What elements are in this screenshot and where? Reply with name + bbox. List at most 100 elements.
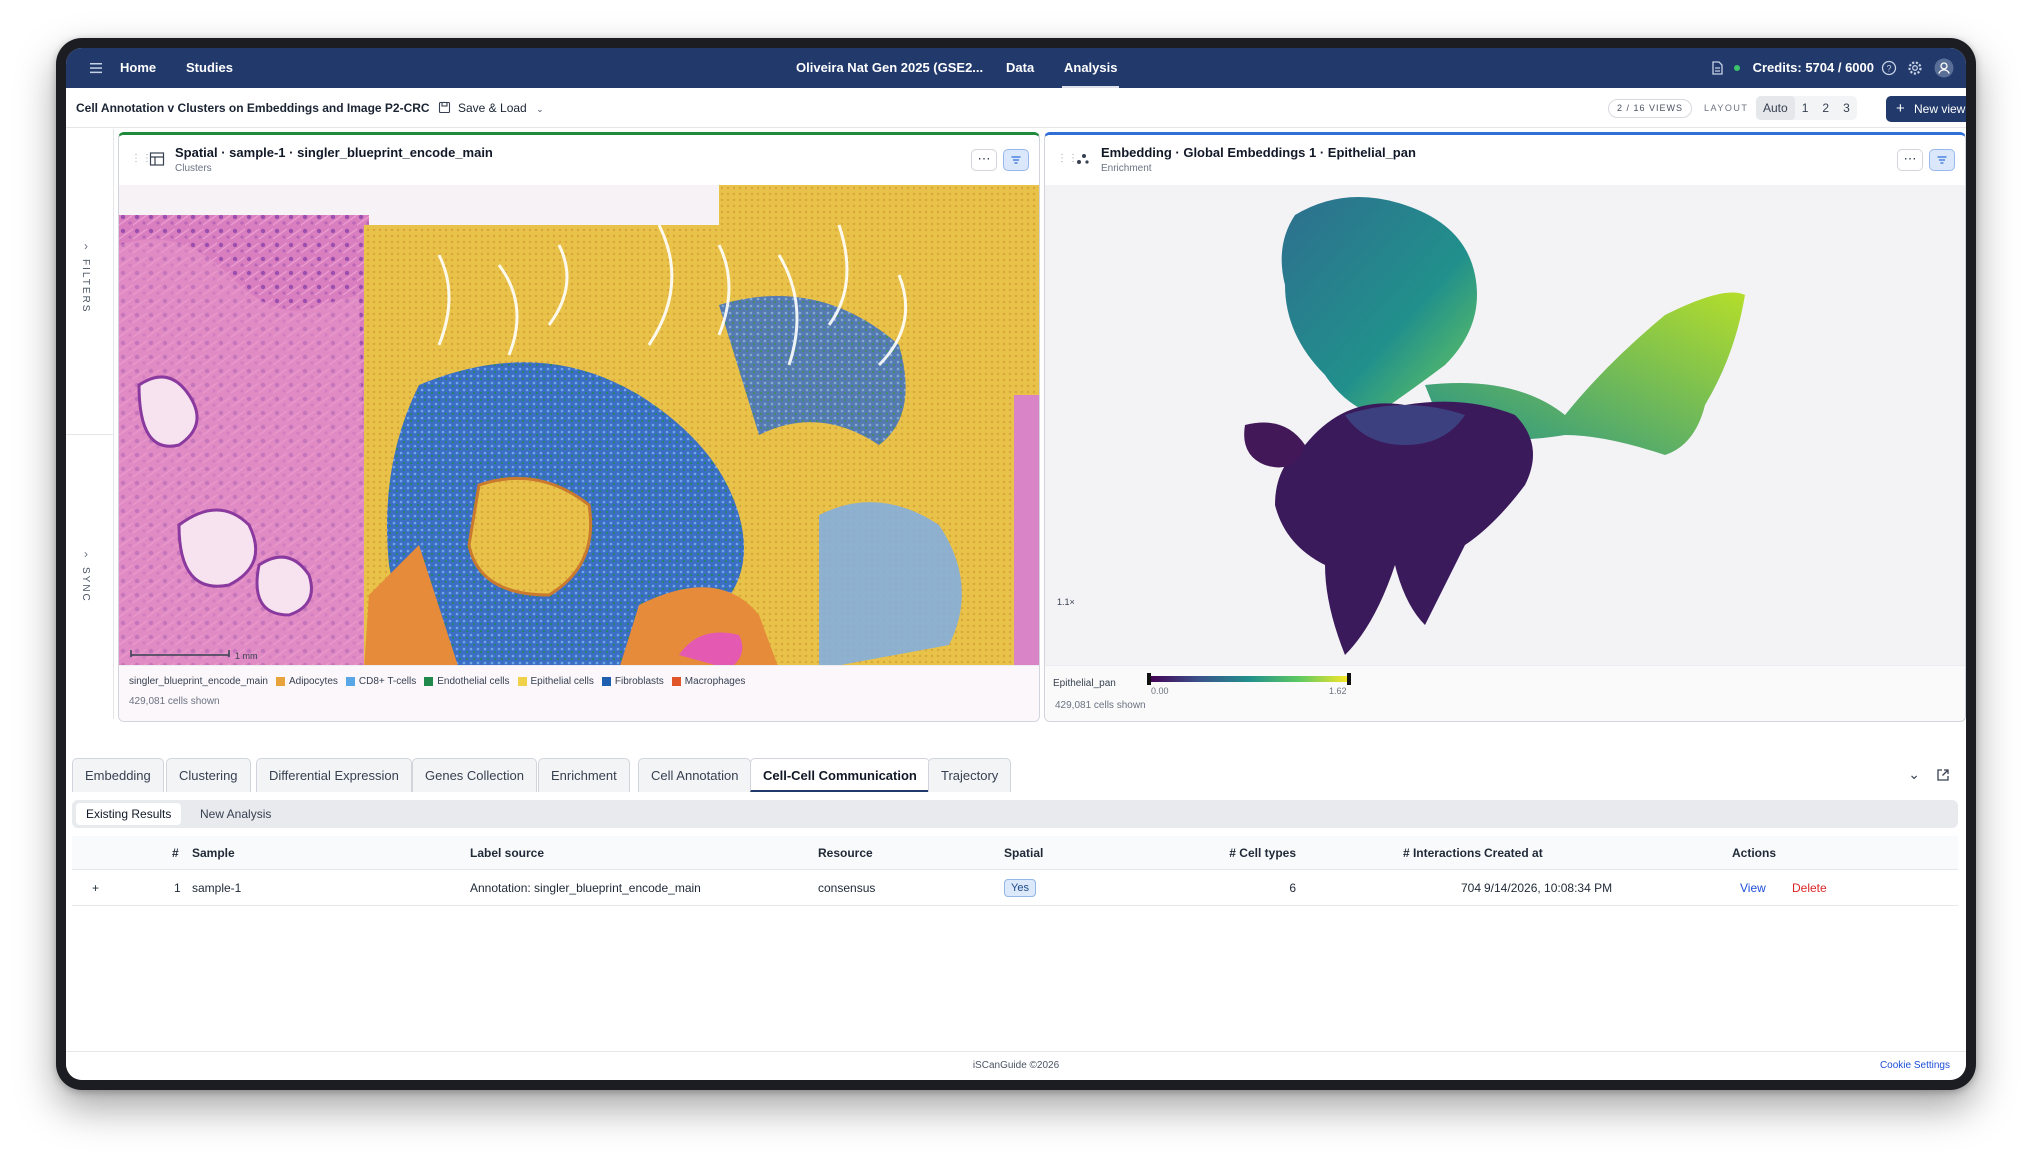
panel-header: ⋮⋮ Embedding · Global Embeddings 1 · Epi… — [1045, 135, 1965, 185]
legend-item[interactable]: Endothelial cells — [424, 676, 510, 687]
chevron-right-icon[interactable]: › — [84, 239, 88, 253]
cells-shown-count: 429,081 cells shown — [129, 696, 220, 707]
layout-option-1[interactable]: 1 — [1795, 96, 1816, 120]
rail-divider — [66, 434, 114, 435]
legend-title: singler_blueprint_encode_main — [129, 676, 268, 687]
document-icon[interactable] — [1708, 59, 1726, 77]
study-title[interactable]: Oliveira Nat Gen 2025 (GSE2... — [796, 48, 983, 88]
colorbar-max: 1.62 — [1329, 686, 1347, 696]
new-view-button[interactable]: + New view — [1886, 96, 1966, 122]
colorbar-max-handle[interactable] — [1347, 673, 1351, 685]
layout-selector: Auto 1 2 3 — [1756, 96, 1857, 120]
column-header: # Cell types — [1229, 846, 1296, 860]
zoom-level: 1.1× — [1057, 597, 1075, 607]
help-icon[interactable]: ? — [1880, 59, 1898, 77]
layout-option-3[interactable]: 3 — [1836, 96, 1857, 120]
results-table-header: # Sample Label source Resource Spatial #… — [72, 836, 1958, 870]
app-screen: Home Studies Oliveira Nat Gen 2025 (GSE2… — [66, 48, 1966, 1080]
layout-label: LAYOUT — [1704, 103, 1749, 113]
table-layout-icon — [149, 152, 165, 166]
legend-item[interactable]: Adipocytes — [275, 676, 338, 687]
colorbar-min: 0.00 — [1151, 686, 1169, 696]
column-header: Label source — [470, 846, 545, 860]
legend-label: Adipocytes — [288, 676, 338, 687]
view-link[interactable]: View — [1740, 870, 1766, 906]
filter-icon[interactable] — [1929, 149, 1955, 171]
legend-item[interactable]: Fibroblasts — [601, 676, 664, 687]
chevron-down-icon: ⌄ — [536, 104, 544, 114]
row-number: 1 — [174, 881, 181, 895]
legend-item[interactable]: Macrophages — [671, 676, 746, 687]
legend-row: singler_blueprint_encode_main Adipocytes… — [129, 676, 745, 687]
panel-subtitle: Clusters — [175, 163, 212, 174]
tab-clustering[interactable]: Clustering — [166, 758, 251, 792]
legend-label: Endothelial cells — [437, 676, 510, 687]
nav-home[interactable]: Home — [120, 48, 156, 88]
legend-swatch — [601, 677, 611, 686]
spatial-tissue-image[interactable]: 1 mm — [119, 185, 1040, 669]
side-rail: › FILTERS › SYNC — [66, 129, 114, 719]
tab-embedding[interactable]: Embedding — [72, 758, 164, 792]
layout-option-auto[interactable]: Auto — [1756, 96, 1795, 120]
column-header: Resource — [818, 846, 873, 860]
table-row[interactable]: + 1 sample-1 Annotation: singler_bluepri… — [72, 870, 1958, 906]
tab-genes-collection[interactable]: Genes Collection — [412, 758, 537, 792]
sync-toggle[interactable]: SYNC — [80, 567, 91, 603]
filter-icon[interactable] — [1003, 149, 1029, 171]
legend-label: Macrophages — [684, 676, 746, 687]
legend-swatch — [424, 677, 434, 686]
resource-cell: consensus — [818, 881, 876, 895]
tab-trajectory[interactable]: Trajectory — [928, 758, 1012, 792]
open-external-icon[interactable] — [1936, 768, 1950, 782]
legend-swatch — [517, 677, 527, 686]
more-options-button[interactable]: ⋯ — [971, 149, 997, 171]
tab-cell-annotation[interactable]: Cell Annotation — [638, 758, 752, 792]
views-count-badge: 2 / 16 VIEWS — [1608, 99, 1693, 118]
results-subtabs: Existing Results New Analysis — [72, 800, 1958, 828]
tab-cell-cell-communication[interactable]: Cell-Cell Communication — [750, 758, 930, 792]
interactions-cell: 704 — [1460, 881, 1481, 895]
delete-link[interactable]: Delete — [1792, 870, 1827, 906]
save-icon — [438, 101, 451, 114]
column-header: Spatial — [1004, 846, 1044, 860]
credit-status-dot — [1734, 65, 1740, 71]
column-header: Sample — [192, 846, 235, 860]
sidebar-toggle-icon[interactable] — [86, 58, 106, 78]
cookie-settings-link[interactable]: Cookie Settings — [1880, 1060, 1950, 1071]
legend-item[interactable]: CD8+ T-cells — [345, 676, 417, 687]
sample-cell: sample-1 — [192, 881, 242, 895]
nav-data[interactable]: Data — [1006, 48, 1034, 88]
nav-studies[interactable]: Studies — [186, 48, 233, 88]
legend-item[interactable]: Epithelial cells — [517, 676, 594, 687]
chevron-right-icon[interactable]: › — [84, 547, 88, 561]
spatial-view-panel: ⋮⋮ Spatial · sample-1 · singler_blueprin… — [118, 132, 1040, 722]
page-footer: iSCanGuide ©2026 Cookie Settings — [66, 1051, 1966, 1080]
save-load-button[interactable]: Save & Load ⌄ — [438, 96, 544, 120]
gear-icon[interactable] — [1906, 59, 1924, 77]
subtab-new-analysis[interactable]: New Analysis — [190, 803, 281, 825]
legend-label: CD8+ T-cells — [358, 676, 417, 687]
panel-header: ⋮⋮ Spatial · sample-1 · singler_blueprin… — [119, 135, 1039, 185]
filters-toggle[interactable]: FILTERS — [80, 259, 91, 313]
collapse-chevron-icon[interactable]: ⌄ — [1908, 766, 1920, 783]
column-header: # Interactions — [1402, 846, 1481, 860]
layout-option-2[interactable]: 2 — [1815, 96, 1836, 120]
legend-swatch — [671, 677, 681, 686]
colorbar-min-handle[interactable] — [1147, 673, 1151, 685]
colorbar-legend: Epithelial_pan 0.00 1.62 429,081 cells s… — [1045, 665, 1965, 721]
more-options-button[interactable]: ⋯ — [1897, 149, 1923, 171]
embedding-scatter-plot[interactable]: 1.1× — [1045, 185, 1966, 669]
panel-subtitle: Enrichment — [1101, 163, 1152, 174]
panel-legend: singler_blueprint_encode_main Adipocytes… — [119, 665, 1039, 721]
subtab-existing-results[interactable]: Existing Results — [76, 803, 182, 825]
credits-counter: Credits: 5704 / 6000 — [1752, 60, 1874, 75]
created-at-cell: 9/14/2026, 10:08:34 PM — [1484, 881, 1613, 895]
expand-row-button[interactable]: + — [92, 870, 99, 906]
tab-differential-expression[interactable]: Differential Expression — [256, 758, 412, 792]
legend-label: Fibroblasts — [614, 676, 664, 687]
new-view-label: New view — [1914, 102, 1966, 116]
column-header: Created at — [1484, 846, 1543, 860]
user-avatar-icon[interactable] — [1934, 58, 1954, 78]
nav-analysis[interactable]: Analysis — [1062, 48, 1120, 88]
tab-enrichment[interactable]: Enrichment — [538, 758, 630, 792]
